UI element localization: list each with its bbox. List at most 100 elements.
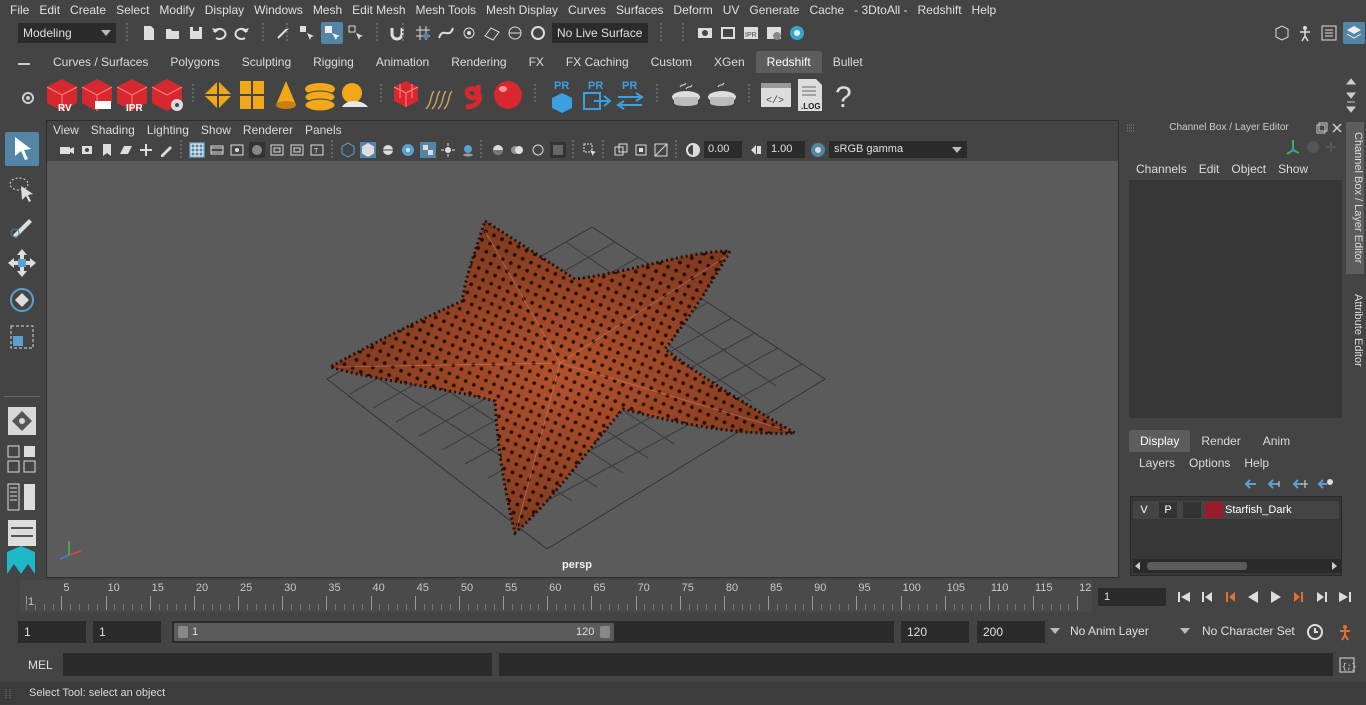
step-forward-key-icon[interactable]	[1314, 589, 1330, 605]
layer-tab-display[interactable]: Display	[1129, 430, 1191, 452]
layer-tab-anim[interactable]: Anim	[1252, 430, 1301, 452]
select-component-icon[interactable]	[347, 24, 365, 42]
menu-cache[interactable]: Cache	[804, 0, 849, 20]
snap-grid-icon[interactable]	[414, 24, 432, 42]
play-forwards-icon[interactable]	[1268, 589, 1284, 605]
layer-name[interactable]: Starfish_Dark	[1225, 502, 1292, 518]
scene-canvas[interactable]	[47, 161, 1118, 577]
select-object-icon[interactable]	[321, 22, 343, 44]
scroll-right-icon[interactable]	[1329, 561, 1339, 571]
menu-file[interactable]: File	[0, 0, 34, 20]
maya-logo-icon[interactable]	[3, 542, 39, 578]
shelf-tab-redshift[interactable]: Redshift	[755, 51, 822, 73]
layer-horizontal-scrollbar[interactable]	[1133, 559, 1341, 573]
shelf-tab-animation[interactable]: Animation	[365, 51, 440, 73]
shelf-menu-icon[interactable]	[14, 54, 34, 74]
bookmark-icon[interactable]	[99, 142, 115, 158]
2d-pan-zoom-icon[interactable]	[138, 142, 154, 158]
view-transform-dropdown[interactable]: sRGB gamma	[829, 141, 967, 158]
shelf-settings-gear-icon[interactable]	[20, 90, 36, 106]
layer-visibility-toggle[interactable]: V	[1135, 502, 1153, 518]
menu-modify[interactable]: Modify	[154, 0, 199, 20]
shelf-tab-rendering[interactable]: Rendering	[440, 51, 517, 73]
animation-preferences-icon[interactable]	[1336, 623, 1354, 641]
shelf-tab-curves-surfaces[interactable]: Curves / Surfaces	[42, 51, 159, 73]
isolate-select-icon[interactable]	[582, 142, 598, 158]
snap-curve-icon[interactable]	[437, 24, 455, 42]
shelf-tab-rigging[interactable]: Rigging	[302, 51, 365, 73]
menu-edit-mesh[interactable]: Edit Mesh	[347, 0, 410, 20]
menu-deform[interactable]: Deform	[668, 0, 717, 20]
animation-start-field[interactable]: 1	[18, 621, 86, 643]
menu-3dtoall[interactable]: - 3DtoAll -	[849, 0, 912, 20]
paint-select-tool-icon[interactable]	[5, 209, 39, 243]
menu-mesh[interactable]: Mesh	[308, 0, 347, 20]
smooth-shade-icon[interactable]	[360, 142, 376, 158]
camera-attributes-icon[interactable]	[80, 142, 96, 158]
workspace-dropdown[interactable]: Modeling	[18, 23, 116, 43]
shelf-tab-fx[interactable]: FX	[518, 51, 555, 73]
snap-view-plane-icon[interactable]	[483, 24, 501, 42]
play-backwards-icon[interactable]	[1245, 589, 1261, 605]
time-ruler[interactable]: 1 5 10 15 20 25 30 35 40 45 50 55 60 65 70 75 80 85 90 95 10…	[20, 580, 1092, 612]
channel-menu-show[interactable]: Show	[1272, 162, 1314, 176]
hypershade-icon[interactable]	[765, 24, 783, 42]
character-set-dropdown[interactable]: No Character Set	[1180, 621, 1300, 643]
layout-side-icon[interactable]	[5, 480, 39, 514]
scale-tool-icon[interactable]	[5, 320, 39, 354]
use-all-lights-icon[interactable]	[440, 142, 456, 158]
menu-mesh-tools[interactable]: Mesh Tools	[411, 0, 481, 20]
channel-box-toggle-icon[interactable]	[1343, 22, 1365, 44]
current-frame-field[interactable]: 1	[1098, 588, 1166, 606]
hyper-icon[interactable]	[1324, 140, 1338, 154]
range-bar[interactable]: 1 120	[174, 623, 614, 641]
menu-surfaces[interactable]: Surfaces	[611, 0, 668, 20]
layout-four-pane-icon[interactable]	[5, 442, 39, 476]
resolution-gate-icon[interactable]	[229, 142, 245, 158]
safe-action-icon[interactable]	[289, 142, 305, 158]
viewport-menu-renderer[interactable]: Renderer	[237, 123, 299, 137]
3d-scene[interactable]	[47, 161, 1118, 577]
shadows-icon[interactable]	[460, 142, 476, 158]
soft-select-icon[interactable]	[5, 404, 39, 438]
shelf-tab-xgen[interactable]: XGen	[703, 51, 756, 73]
redshift-sun-sky-icon[interactable]	[336, 77, 372, 113]
help-question-icon[interactable]: ?	[826, 77, 862, 113]
layer-color-swatch[interactable]	[1205, 502, 1223, 518]
move-layer-up-icon[interactable]	[1244, 478, 1260, 490]
scroll-left-icon[interactable]	[1133, 561, 1143, 571]
menu-mesh-display[interactable]: Mesh Display	[481, 0, 563, 20]
redo-icon[interactable]	[233, 24, 251, 42]
animation-end-field[interactable]: 200	[977, 621, 1045, 643]
menu-select[interactable]: Select	[111, 0, 154, 20]
range-track[interactable]: 1 120	[172, 621, 894, 643]
viewport-menu-lighting[interactable]: Lighting	[141, 123, 195, 137]
anti-aliasing-icon[interactable]	[530, 142, 546, 158]
shelf-tab-fx-caching[interactable]: FX Caching	[555, 51, 640, 73]
new-layer-selected-icon[interactable]	[1317, 478, 1333, 490]
film-gate-icon[interactable]	[209, 142, 225, 158]
field-chart-icon[interactable]	[269, 142, 285, 158]
menu-uv[interactable]: UV	[718, 0, 745, 20]
range-end-handle[interactable]	[600, 626, 610, 638]
viewport-menu-view[interactable]: View	[47, 123, 85, 137]
tab-channel-box-layer-editor[interactable]: Channel Box / Layer Editor	[1346, 122, 1364, 274]
bake-icon[interactable]	[668, 77, 704, 113]
open-scene-icon[interactable]	[164, 24, 182, 42]
lasso-tool-icon[interactable]	[5, 172, 39, 206]
shelf-scroll-arrows-icon[interactable]	[1345, 76, 1357, 116]
gamma-icon[interactable]	[748, 142, 764, 158]
make-live-icon[interactable]	[529, 24, 547, 42]
redshift-settings-icon[interactable]	[149, 77, 185, 113]
script-editor-button-icon[interactable]: {;}	[1338, 656, 1356, 674]
render-settings-icon[interactable]	[696, 24, 714, 42]
live-surface-field[interactable]: No Live Surface	[552, 23, 648, 43]
human-ik-icon[interactable]	[1296, 24, 1314, 42]
move-tool-icon[interactable]	[5, 246, 39, 280]
input-list-icon[interactable]	[274, 24, 292, 42]
render-sphere-icon[interactable]	[788, 24, 806, 42]
new-scene-icon[interactable]	[140, 24, 158, 42]
drag-handle-icon[interactable]	[4, 688, 12, 700]
snap-surface-icon[interactable]	[506, 24, 524, 42]
color-management-icon[interactable]	[810, 142, 826, 158]
